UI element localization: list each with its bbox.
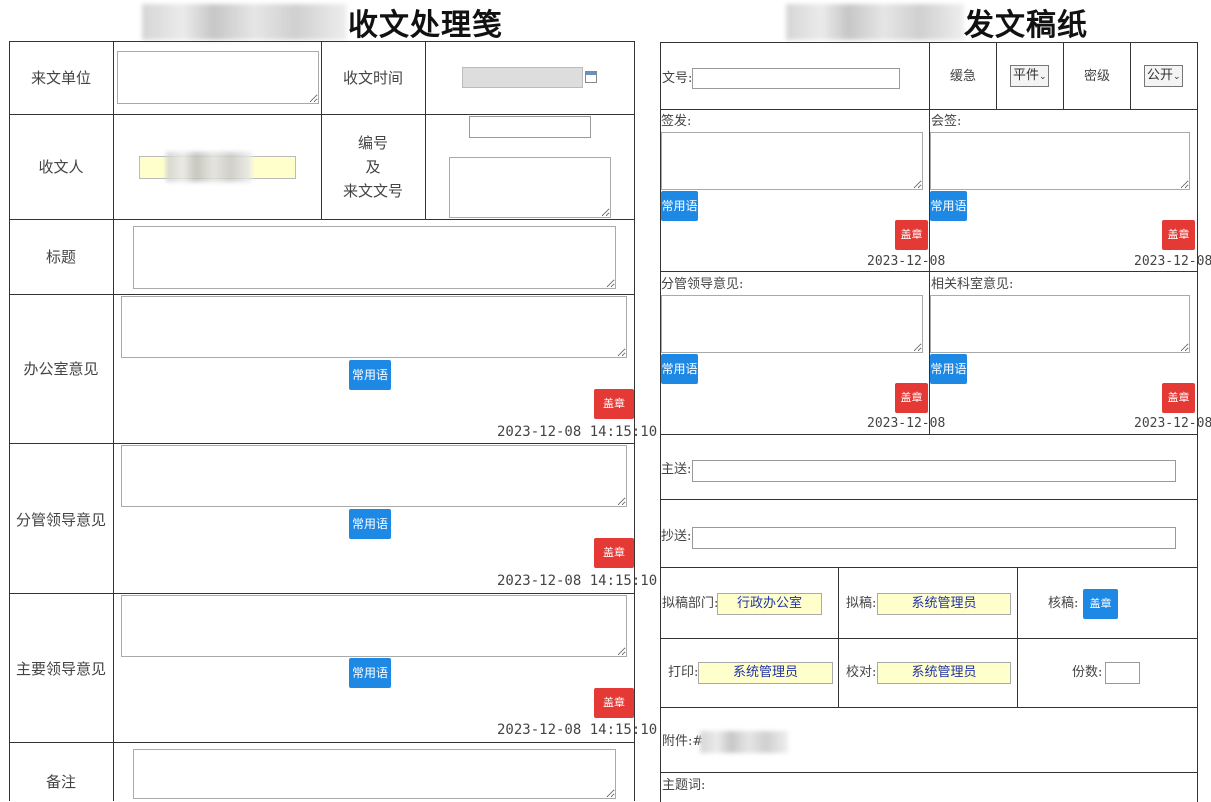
urgency-value: 平件	[1013, 68, 1040, 83]
timestamp: 2023-12-08 14:15:10	[497, 722, 658, 738]
common-phrase-button[interactable]: 常用语	[349, 360, 391, 390]
blurred-org-name-left	[142, 4, 347, 40]
label-sign: 签发:	[661, 114, 692, 129]
seal-button[interactable]: 盖章	[594, 538, 634, 568]
number-input[interactable]	[469, 116, 591, 138]
label-copies: 份数:	[1072, 665, 1103, 680]
label-doc-no: 文号:	[662, 71, 693, 86]
incoming-doc-no-textarea[interactable]	[449, 157, 611, 218]
main-opinion-textarea[interactable]	[121, 595, 627, 657]
blurred-receiver-name	[166, 152, 252, 182]
blurred-attachment	[700, 731, 788, 753]
seal-button[interactable]: 盖章	[895, 383, 928, 413]
label-remarks: 备注	[45, 773, 76, 791]
label-main-send: 主送:	[661, 462, 692, 477]
label-urgency: 缓急	[950, 69, 977, 84]
print-field[interactable]: 系统管理员	[698, 662, 833, 684]
drafter-field[interactable]: 系统管理员	[877, 593, 1011, 615]
timestamp: 2023-12-08 14:15:10	[497, 573, 658, 589]
common-phrase-button[interactable]: 常用语	[349, 658, 391, 688]
seal-button[interactable]: 盖章	[1162, 383, 1195, 413]
chevron-down-icon: ⌄	[1173, 72, 1181, 82]
label-countersign: 会签:	[931, 114, 962, 129]
label-source-unit: 来文单位	[30, 69, 91, 87]
seal-button[interactable]: 盖章	[1162, 220, 1195, 250]
blurred-org-name-right	[786, 4, 964, 40]
calendar-icon[interactable]	[585, 71, 597, 83]
common-phrase-button[interactable]: 常用语	[930, 191, 967, 221]
source-unit-textarea[interactable]	[117, 51, 319, 104]
common-phrase-button[interactable]: 常用语	[349, 509, 391, 539]
deputy-leader-date: 2023-12-08	[867, 416, 946, 431]
related-dept-date: 2023-12-08	[1134, 416, 1211, 431]
sign-textarea[interactable]	[661, 132, 923, 190]
receive-time-field[interactable]	[462, 67, 583, 88]
related-dept-textarea[interactable]	[930, 295, 1190, 353]
label-attachment: 附件:#	[662, 734, 704, 749]
seal-button[interactable]: 盖章	[895, 220, 928, 250]
sign-date: 2023-12-08	[867, 254, 946, 269]
label-copy-send: 抄送:	[661, 529, 692, 544]
label-receive-time: 收文时间	[342, 69, 403, 87]
label-number-2: 及	[365, 158, 381, 176]
deputy-opinion-textarea[interactable]	[121, 445, 627, 507]
main-send-input[interactable]	[692, 460, 1176, 482]
secrecy-select[interactable]: 公开⌄	[1144, 65, 1183, 87]
draft-dept-field[interactable]: 行政办公室	[717, 593, 822, 615]
remarks-textarea[interactable]	[133, 749, 616, 799]
doc-no-input[interactable]	[692, 68, 900, 89]
office-opinion-textarea[interactable]	[121, 296, 627, 358]
subject-textarea[interactable]	[133, 226, 616, 289]
copies-input[interactable]	[1105, 662, 1140, 684]
proof-field[interactable]: 系统管理员	[877, 662, 1011, 684]
label-deputy-leader: 分管领导意见:	[661, 277, 744, 292]
label-print: 打印:	[668, 665, 699, 680]
seal-button[interactable]: 盖章	[594, 389, 634, 419]
label-number-1: 编号	[357, 134, 388, 152]
label-secrecy: 密级	[1084, 69, 1111, 84]
common-phrase-button[interactable]: 常用语	[930, 354, 967, 384]
label-checker: 核稿:	[1048, 596, 1079, 611]
label-subject: 标题	[45, 248, 76, 266]
label-proof: 校对:	[846, 665, 877, 680]
label-main-opinion: 主要领导意见	[15, 660, 106, 678]
label-receiver: 收文人	[38, 158, 84, 176]
label-office-opinion: 办公室意见	[23, 360, 99, 378]
label-deputy-opinion: 分管领导意见	[15, 511, 106, 529]
common-phrase-button[interactable]: 常用语	[661, 354, 698, 384]
label-drafter: 拟稿:	[846, 596, 877, 611]
common-phrase-button[interactable]: 常用语	[661, 191, 698, 221]
label-keywords: 主题词:	[662, 778, 706, 793]
checker-seal-button[interactable]: 盖章	[1083, 589, 1118, 619]
label-number-3: 来文文号	[342, 182, 403, 200]
page-title-receive: 收文处理笺	[348, 8, 503, 43]
seal-button[interactable]: 盖章	[594, 688, 634, 718]
label-draft-dept: 拟稿部门:	[662, 596, 719, 611]
countersign-textarea[interactable]	[930, 132, 1190, 190]
copy-send-input[interactable]	[692, 527, 1176, 549]
urgency-select[interactable]: 平件⌄	[1010, 65, 1049, 87]
page-title-dispatch: 发文稿纸	[964, 8, 1088, 43]
deputy-leader-textarea[interactable]	[661, 295, 923, 353]
countersign-date: 2023-12-08	[1134, 254, 1211, 269]
chevron-down-icon: ⌄	[1039, 72, 1047, 82]
secrecy-value: 公开	[1147, 68, 1174, 83]
label-related-dept: 相关科室意见:	[931, 277, 1014, 292]
timestamp: 2023-12-08 14:15:10	[497, 424, 658, 440]
